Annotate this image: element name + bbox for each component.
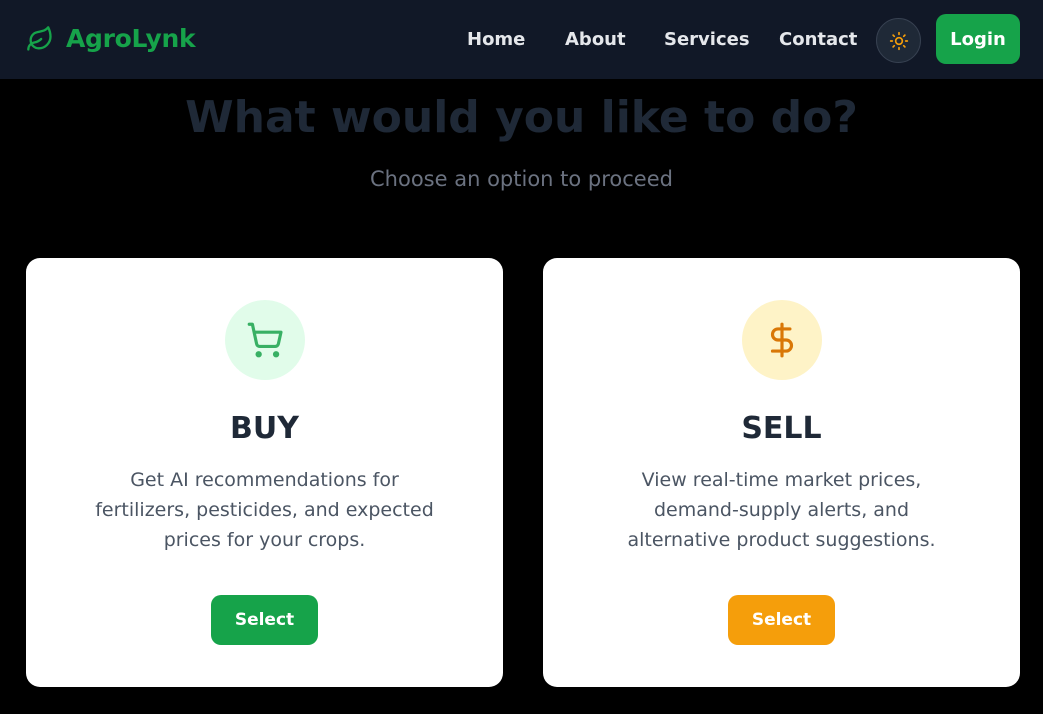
top-navbar: AgroLynk Home About Services Contact Log… xyxy=(0,0,1043,79)
sun-icon xyxy=(889,31,908,50)
sell-description: View real-time market prices, demand-sup… xyxy=(627,469,936,551)
nav-link-services[interactable]: Services xyxy=(664,29,750,50)
sell-option-card: SELL View real-time market prices, deman… xyxy=(543,258,1020,687)
buy-description: Get AI recommendations for fertilizers, … xyxy=(95,469,434,551)
buy-title: BUY xyxy=(230,411,299,446)
nav-link-about[interactable]: About xyxy=(565,29,626,50)
page-title: What would you like to do? xyxy=(185,92,858,143)
sell-title: SELL xyxy=(741,411,822,446)
nav-link-home[interactable]: Home xyxy=(467,29,525,50)
sell-select-button[interactable]: Select xyxy=(728,595,835,645)
nav-link-contact[interactable]: Contact xyxy=(779,29,857,50)
sell-icon-badge xyxy=(742,300,822,380)
dollar-sign-icon xyxy=(770,322,793,358)
buy-option-card: BUY Get AI recommendations for fertilize… xyxy=(26,258,503,687)
buy-select-button[interactable]: Select xyxy=(211,595,318,645)
page-subtitle: Choose an option to proceed xyxy=(370,167,673,191)
shopping-cart-icon xyxy=(247,322,283,358)
login-button[interactable]: Login xyxy=(936,14,1020,64)
theme-toggle-button[interactable] xyxy=(876,18,921,63)
buy-icon-badge xyxy=(225,300,305,380)
